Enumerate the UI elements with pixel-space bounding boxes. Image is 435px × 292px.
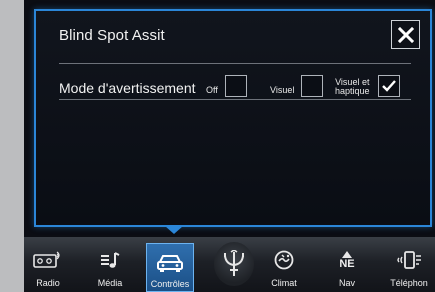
divider-bottom: [59, 99, 411, 100]
option-visual-haptic-label: Visuel et haptique: [335, 78, 370, 96]
car-controls-icon: [157, 255, 183, 272]
compass-icon: [342, 250, 352, 258]
dialog-pointer: [165, 226, 183, 234]
nav-climate[interactable]: Climat: [264, 237, 304, 292]
divider-top: [59, 63, 411, 64]
radio-icon: [33, 251, 60, 268]
option-off-label: Off: [206, 85, 218, 95]
option-visual-checkbox[interactable]: [301, 75, 323, 97]
nav-media[interactable]: Média: [88, 237, 132, 292]
nav-radio[interactable]: Radio: [26, 237, 70, 292]
option-visual-label: Visuel: [270, 85, 295, 95]
compass-heading: NE: [339, 257, 355, 270]
infotainment-screen: Blind Spot Assit Mode d'avertissement Of…: [24, 0, 435, 292]
nav-controls[interactable]: Contrôles: [146, 243, 194, 292]
nav-radio-label: Radio: [36, 278, 60, 288]
nav-media-label: Média: [97, 278, 123, 288]
blind-spot-dialog: Blind Spot Assit Mode d'avertissement Of…: [34, 9, 432, 227]
nav-navigation-label: Nav: [338, 278, 355, 288]
trident-logo-button[interactable]: [214, 242, 254, 286]
nav-phone-label: Téléphon: [390, 278, 428, 288]
climate-icon: [274, 250, 294, 270]
warning-mode-label: Mode d'avertissement: [59, 80, 196, 96]
trident-logo-icon: [224, 250, 244, 276]
checkmark-icon: [382, 80, 396, 92]
close-icon: [397, 26, 414, 43]
nav-navigation[interactable]: NE Nav: [327, 237, 367, 292]
media-icon: [101, 252, 120, 268]
nav-climate-label: Climat: [271, 278, 297, 288]
option-visual-haptic-label-line2: haptique: [335, 86, 370, 96]
nav-phone[interactable]: Téléphon: [386, 237, 432, 292]
close-button[interactable]: [391, 20, 420, 49]
option-off-checkbox[interactable]: [225, 75, 247, 97]
dialog-title: Blind Spot Assit: [59, 27, 165, 44]
nav-controls-label: Contrôles: [150, 279, 190, 289]
option-visual-haptic-checkbox[interactable]: [378, 75, 400, 97]
phone-icon: [397, 251, 421, 269]
